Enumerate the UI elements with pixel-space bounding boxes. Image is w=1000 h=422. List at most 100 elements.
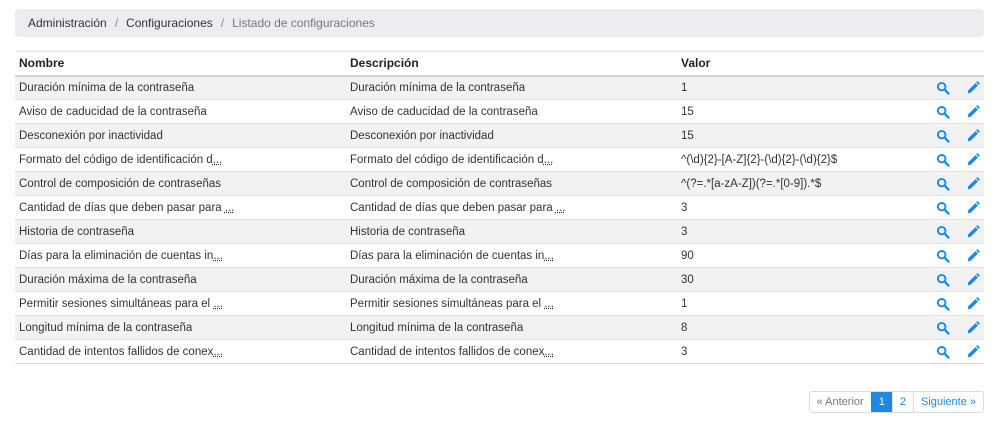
edit-button[interactable] [966, 320, 980, 335]
cell-value: 3 [677, 339, 920, 364]
table-row: Permitir sesiones simultáneas para el ..… [15, 291, 984, 316]
truncation-ellipsis[interactable]: ... [213, 346, 223, 358]
breadcrumb-configuraciones[interactable]: Configuraciones [126, 16, 213, 30]
view-button[interactable] [936, 273, 950, 287]
pencil-icon [966, 296, 980, 311]
edit-button[interactable] [966, 224, 980, 239]
edit-button[interactable] [966, 81, 980, 95]
cell-description: Permitir sesiones simultáneas para el ..… [346, 291, 677, 316]
cell-actions [920, 291, 984, 316]
cell-actions [920, 315, 984, 340]
table-body: Duración mínima de la contraseña Duración… [15, 75, 984, 364]
cell-value: 90 [677, 243, 920, 268]
edit-button[interactable] [966, 296, 980, 311]
pencil-icon [966, 200, 980, 215]
table-row: Control de composición de contraseñas Con… [15, 171, 984, 196]
cell-description: Duración mínima de la contraseña [346, 75, 677, 100]
truncation-ellipsis[interactable]: ... [213, 250, 223, 262]
edit-button[interactable] [966, 176, 980, 191]
cell-value: 1 [677, 291, 920, 316]
cell-name-text: Permitir sesiones simultáneas para el [19, 297, 214, 310]
truncation-ellipsis[interactable]: ... [544, 298, 554, 310]
cell-actions [920, 123, 984, 148]
pencil-icon [966, 320, 980, 335]
table-row: Cantidad de días que deben pasar para ..… [15, 195, 984, 220]
cell-description: Longitud mínima de la contraseña [346, 315, 677, 340]
column-header-description[interactable]: Descripción [346, 51, 677, 77]
cell-value: 15 [677, 99, 920, 124]
search-icon [936, 105, 950, 119]
cell-name: Historia de contraseña [15, 219, 346, 244]
view-button[interactable] [936, 81, 950, 95]
edit-button[interactable] [966, 200, 980, 215]
edit-button[interactable] [966, 344, 980, 359]
table-header-row: Nombre Descripción Valor [15, 51, 984, 77]
view-button[interactable] [936, 177, 950, 191]
edit-button[interactable] [966, 152, 980, 167]
pencil-icon [966, 176, 980, 191]
breadcrumb-current: Listado de configuraciones [232, 16, 375, 30]
view-button[interactable] [936, 321, 950, 335]
table-row: Duración máxima de la contraseña Duración… [15, 267, 984, 292]
table-row: Formato del código de identificación d..… [15, 147, 984, 172]
cell-actions [920, 267, 984, 292]
search-icon [936, 345, 950, 359]
cell-description-text: Desconexión por inactividad [350, 129, 494, 142]
cell-name: Longitud mínima de la contraseña [15, 315, 346, 340]
cell-value: 1 [677, 75, 920, 100]
cell-description: Cantidad de días que deben pasar para ..… [346, 195, 677, 220]
truncation-ellipsis[interactable]: ... [213, 154, 223, 166]
view-button[interactable] [936, 201, 950, 215]
cell-name-text: Formato del código de identificación d [19, 153, 213, 166]
configurations-table-container: Nombre Descripción Valor Duración mínima… [15, 51, 984, 364]
pagination-next[interactable]: Siguiente » [912, 392, 983, 412]
cell-name-text: Cantidad de intentos fallidos de conex [19, 345, 214, 358]
truncation-ellipsis[interactable]: ... [544, 250, 554, 262]
cell-value: 3 [677, 195, 920, 220]
pencil-icon [966, 272, 980, 287]
cell-actions [920, 195, 984, 220]
search-icon [936, 297, 950, 311]
truncation-ellipsis[interactable]: ... [544, 154, 554, 166]
breadcrumb-administracion[interactable]: Administración [28, 16, 107, 30]
view-button[interactable] [936, 153, 950, 167]
pagination-page-1[interactable]: 1 [870, 392, 892, 412]
view-button[interactable] [936, 345, 950, 359]
view-button[interactable] [936, 249, 950, 263]
view-button[interactable] [936, 225, 950, 239]
cell-name: Formato del código de identificación d..… [15, 147, 346, 172]
cell-description-text: Duración máxima de la contraseña [350, 273, 528, 286]
cell-value: 15 [677, 123, 920, 148]
cell-description-text: Cantidad de intentos fallidos de conex [350, 345, 545, 358]
truncation-ellipsis[interactable]: ... [556, 202, 566, 214]
pagination-page-2[interactable]: 2 [891, 392, 913, 412]
search-icon [936, 225, 950, 239]
column-header-name[interactable]: Nombre [15, 51, 346, 77]
cell-actions [920, 99, 984, 124]
view-button[interactable] [936, 105, 950, 119]
pencil-icon [966, 224, 980, 239]
truncation-ellipsis[interactable]: ... [213, 298, 223, 310]
column-header-actions [920, 51, 984, 77]
cell-description-text: Días para la eliminación de cuentas in [350, 249, 545, 262]
edit-button[interactable] [966, 248, 980, 263]
cell-actions [920, 75, 984, 100]
edit-button[interactable] [966, 272, 980, 287]
pagination-previous[interactable]: « Anterior [809, 392, 871, 412]
cell-description-text: Permitir sesiones simultáneas para el [350, 297, 545, 310]
truncation-ellipsis[interactable]: ... [544, 346, 554, 358]
column-header-value[interactable]: Valor [677, 51, 920, 77]
view-button[interactable] [936, 129, 950, 143]
view-button[interactable] [936, 297, 950, 311]
cell-name: Control de composición de contraseñas [15, 171, 346, 196]
cell-actions [920, 219, 984, 244]
cell-name: Permitir sesiones simultáneas para el ..… [15, 291, 346, 316]
edit-button[interactable] [966, 104, 980, 119]
edit-button[interactable] [966, 128, 980, 143]
cell-name-text: Aviso de caducidad de la contraseña [19, 105, 207, 118]
truncation-ellipsis[interactable]: ... [225, 202, 235, 214]
cell-description-text: Longitud mínima de la contraseña [350, 321, 524, 334]
table-row: Duración mínima de la contraseña Duración… [15, 75, 984, 100]
search-icon [936, 81, 950, 95]
cell-value: 30 [677, 267, 920, 292]
